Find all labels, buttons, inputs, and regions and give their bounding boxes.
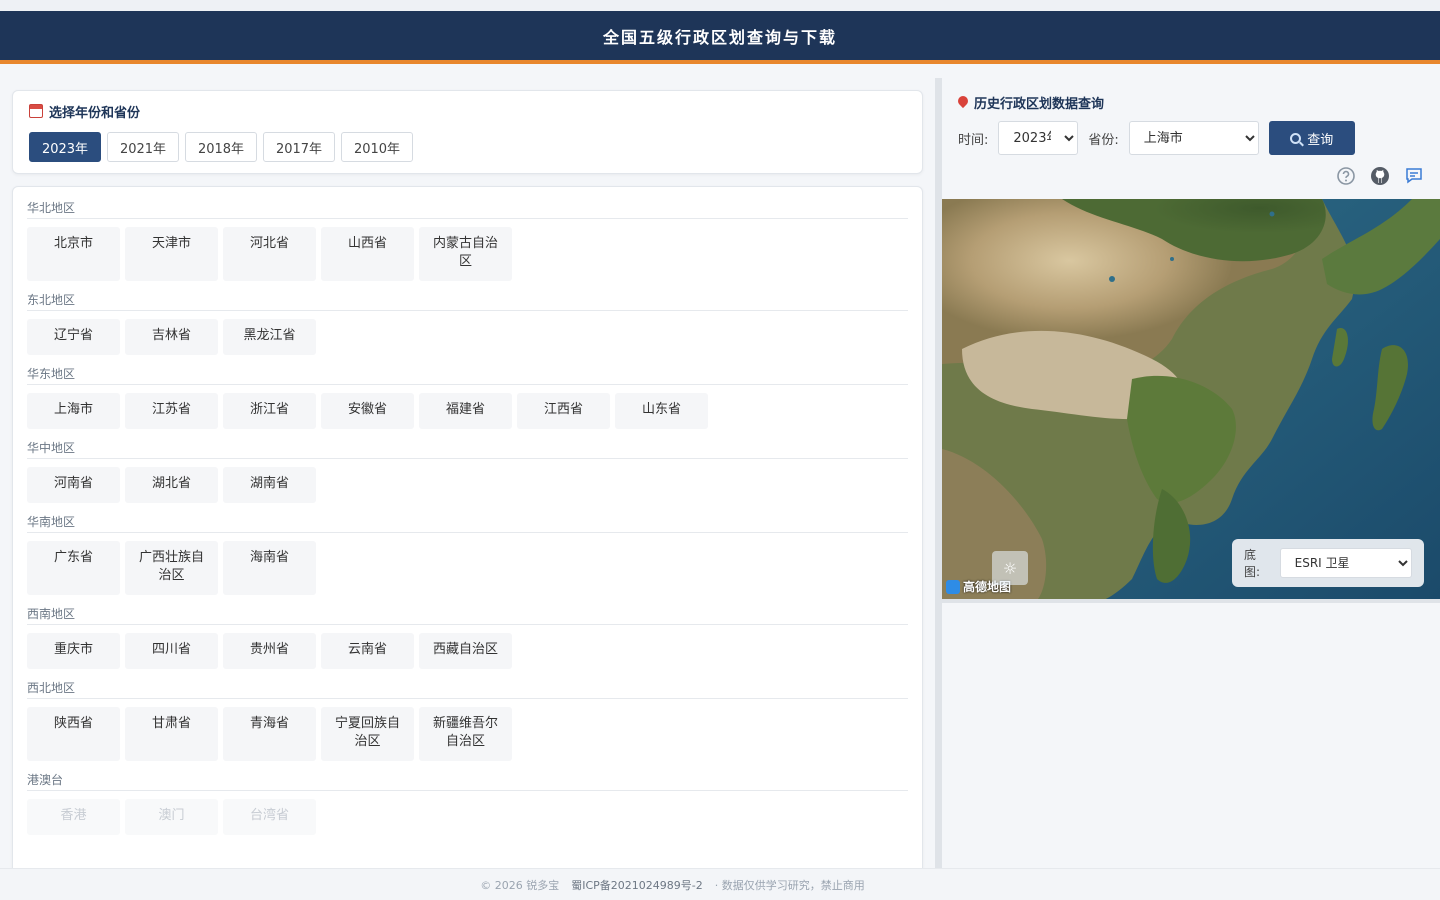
province-button[interactable]: 湖南省 <box>223 467 316 503</box>
region-huazhong: 华中地区 河南省 湖北省 湖南省 <box>27 437 908 503</box>
province-label: 省份: <box>1088 132 1119 148</box>
top-strip <box>0 0 1440 11</box>
province-button[interactable]: 广东省 <box>27 541 120 595</box>
year-button-group: 2023年 2021年 2018年 2017年 2010年 <box>29 132 906 162</box>
copyright-text: © 2026 锐多宝 <box>480 878 560 892</box>
province-button[interactable]: 安徽省 <box>321 393 414 429</box>
sun-icon: ☼ <box>1002 558 1018 578</box>
province-button[interactable]: 河南省 <box>27 467 120 503</box>
region-huadong: 华东地区 上海市 江苏省 浙江省 安徽省 福建省 江西省 山东省 <box>27 363 908 429</box>
github-icon[interactable] <box>1370 166 1390 186</box>
province-button[interactable]: 上海市 <box>27 393 120 429</box>
province-button[interactable]: 宁夏回族自治区 <box>321 707 414 761</box>
region-dongbei: 东北地区 辽宁省 吉林省 黑龙江省 <box>27 289 908 355</box>
panel-resize-handle[interactable] <box>935 78 942 886</box>
province-button[interactable]: 四川省 <box>125 633 218 669</box>
help-icon[interactable] <box>1336 166 1356 186</box>
province-button-disabled: 香港 <box>27 799 120 835</box>
province-button[interactable]: 山西省 <box>321 227 414 281</box>
year-button-2010[interactable]: 2010年 <box>341 132 413 162</box>
usage-notice: · 数据仅供学习研究，禁止商用 <box>714 878 865 892</box>
year-card-title: 选择年份和省份 <box>29 103 906 121</box>
region-title: 华中地区 <box>27 437 908 459</box>
province-button[interactable]: 天津市 <box>125 227 218 281</box>
region-huabei: 华北地区 北京市 天津市 河北省 山西省 内蒙古自治区 <box>27 197 908 281</box>
province-button[interactable]: 北京市 <box>27 227 120 281</box>
province-button[interactable]: 贵州省 <box>223 633 316 669</box>
province-button[interactable]: 山东省 <box>615 393 708 429</box>
region-title: 西北地区 <box>27 677 908 699</box>
province-button[interactable]: 重庆市 <box>27 633 120 669</box>
toolbar-icons <box>1336 166 1424 186</box>
basemap-select[interactable]: ESRI 卫星 <box>1279 548 1412 578</box>
year-button-2018[interactable]: 2018年 <box>185 132 257 162</box>
region-huanan: 华南地区 广东省 广西壮族自治区 海南省 <box>27 511 908 595</box>
province-button-disabled: 台湾省 <box>223 799 316 835</box>
year-card-title-text: 选择年份和省份 <box>49 105 141 121</box>
year-select[interactable]: 2023年 <box>998 121 1079 155</box>
page-title: 全国五级行政区划查询与下载 <box>602 27 837 47</box>
province-button[interactable]: 江西省 <box>517 393 610 429</box>
province-button[interactable]: 黑龙江省 <box>223 319 316 355</box>
query-button[interactable]: 查询 <box>1268 121 1355 155</box>
province-button[interactable]: 福建省 <box>419 393 512 429</box>
region-xinan: 西南地区 重庆市 四川省 贵州省 云南省 西藏自治区 <box>27 603 908 669</box>
query-button-label: 查询 <box>1307 131 1334 147</box>
feedback-icon[interactable] <box>1404 166 1424 186</box>
province-button[interactable]: 新疆维吾尔自治区 <box>419 707 512 761</box>
province-button[interactable]: 陕西省 <box>27 707 120 761</box>
query-form: 时间: 2023年 省份: 上海市 查询 <box>958 121 1355 155</box>
brightness-toggle-button[interactable]: ☼ <box>992 551 1028 585</box>
region-title: 西南地区 <box>27 603 908 625</box>
time-label: 时间: <box>958 132 989 148</box>
province-select[interactable]: 上海市 <box>1128 121 1259 155</box>
province-button[interactable]: 青海省 <box>223 707 316 761</box>
province-button[interactable]: 浙江省 <box>223 393 316 429</box>
right-panel: 历史行政区划数据查询 时间: 2023年 省份: 上海市 查询 高德地图 ☼ 底… <box>942 68 1440 868</box>
basemap-label: 底图: <box>1244 548 1261 579</box>
query-title: 历史行政区划数据查询 <box>958 93 1104 112</box>
basemap-switcher: 底图: ESRI 卫星 <box>1232 539 1424 587</box>
province-button[interactable]: 河北省 <box>223 227 316 281</box>
query-title-text: 历史行政区划数据查询 <box>974 97 1105 112</box>
app-header: 全国五级行政区划查询与下载 <box>0 11 1440 64</box>
province-button[interactable]: 辽宁省 <box>27 319 120 355</box>
region-title: 华南地区 <box>27 511 908 533</box>
province-button-disabled: 澳门 <box>125 799 218 835</box>
province-button[interactable]: 吉林省 <box>125 319 218 355</box>
province-button[interactable]: 云南省 <box>321 633 414 669</box>
province-button[interactable]: 湖北省 <box>125 467 218 503</box>
satellite-map[interactable]: 高德地图 ☼ 底图: ESRI 卫星 <box>942 199 1440 603</box>
left-panel: 选择年份和省份 2023年 2021年 2018年 2017年 2010年 华北… <box>0 68 934 868</box>
province-button[interactable]: 海南省 <box>223 541 316 595</box>
year-button-2023[interactable]: 2023年 <box>29 132 101 162</box>
amap-logo-icon <box>946 579 960 594</box>
region-gangaotai: 港澳台 香港 澳门 台湾省 <box>27 769 908 835</box>
province-button[interactable]: 广西壮族自治区 <box>125 541 218 595</box>
region-title: 华北地区 <box>27 197 908 219</box>
region-title: 港澳台 <box>27 769 908 791</box>
calendar-icon <box>29 104 43 118</box>
province-button[interactable]: 西藏自治区 <box>419 633 512 669</box>
province-button[interactable]: 江苏省 <box>125 393 218 429</box>
province-list-card: 华北地区 北京市 天津市 河北省 山西省 内蒙古自治区 东北地区 辽宁省 吉林省… <box>12 186 923 868</box>
region-title: 华东地区 <box>27 363 908 385</box>
year-button-2021[interactable]: 2021年 <box>107 132 179 162</box>
region-xibei: 西北地区 陕西省 甘肃省 青海省 宁夏回族自治区 新疆维吾尔自治区 <box>27 677 908 761</box>
province-button[interactable]: 内蒙古自治区 <box>419 227 512 281</box>
year-selector-card: 选择年份和省份 2023年 2021年 2018年 2017年 2010年 <box>12 90 923 174</box>
page-footer: © 2026 锐多宝 蜀ICP备2021024989号-2 · 数据仅供学习研究… <box>0 868 1440 900</box>
region-title: 东北地区 <box>27 289 908 311</box>
province-button[interactable]: 甘肃省 <box>125 707 218 761</box>
year-button-2017[interactable]: 2017年 <box>263 132 335 162</box>
search-icon <box>1290 132 1302 144</box>
map-pin-icon <box>958 96 968 109</box>
icp-link[interactable]: 蜀ICP备2021024989号-2 <box>571 877 703 893</box>
